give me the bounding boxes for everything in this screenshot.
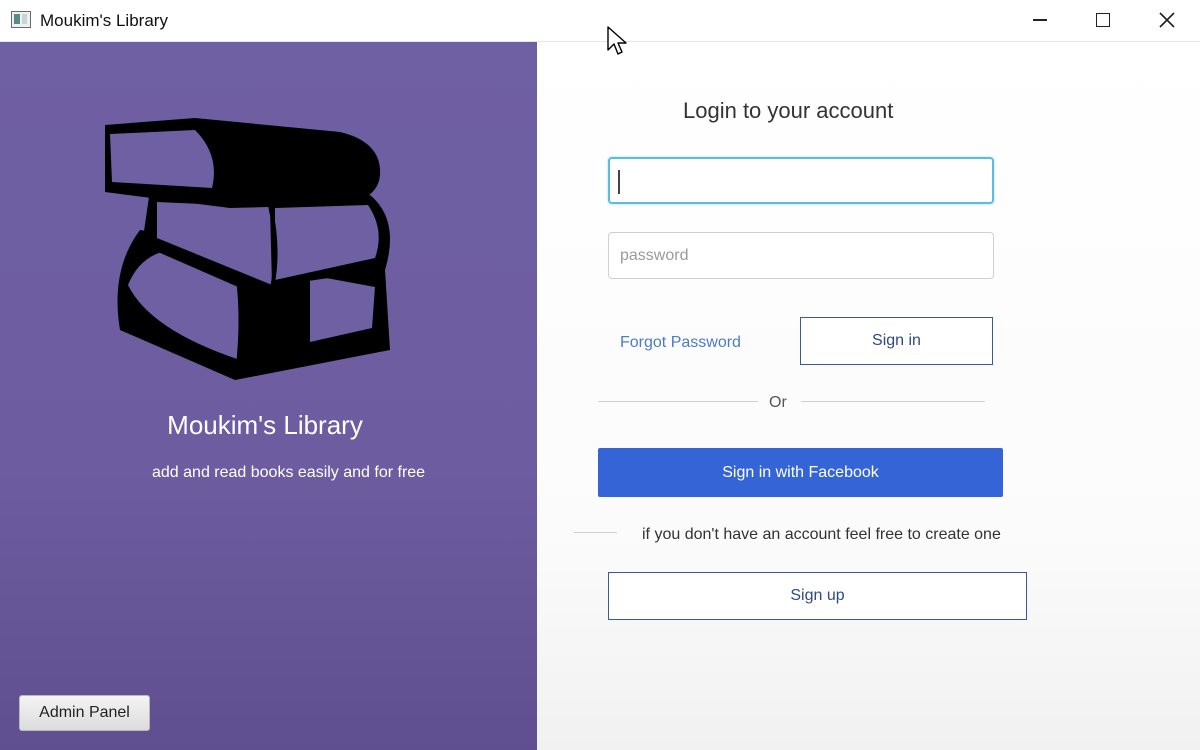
minimize-icon [1033,19,1047,21]
maximize-icon [1096,13,1110,27]
text-caret [618,170,620,194]
brand-title: Moukim's Library [167,410,363,440]
login-heading: Login to your account [683,98,894,123]
password-field[interactable] [608,232,994,279]
divider-right [801,401,985,402]
brand-subtitle: add and read books easily and for free [152,464,426,481]
maximize-button[interactable] [1071,0,1135,40]
sign-up-button[interactable]: Sign up [608,572,1027,620]
stacked-books-icon [105,118,390,380]
close-button[interactable] [1135,0,1199,40]
window-title: Moukim's Library [40,11,168,30]
forgot-password-link[interactable]: Forgot Password [620,334,741,352]
branding-panel: Moukim's Library add and read books easi… [0,42,537,750]
title-bar: Moukim's Library [0,0,1200,42]
signup-divider [574,532,617,533]
divider-left [598,401,758,402]
username-field[interactable] [608,157,994,204]
minimize-button[interactable] [1008,0,1072,40]
sign-in-button[interactable]: Sign in [800,317,993,365]
admin-panel-button[interactable]: Admin Panel [19,695,150,731]
close-icon [1159,12,1175,28]
signup-hint: if you don't have an account feel free t… [642,526,1001,543]
or-label: Or [769,394,787,411]
facebook-sign-in-button[interactable]: Sign in with Facebook [598,448,1003,497]
app-icon [11,11,31,28]
mouse-pointer-icon [607,26,627,55]
login-panel: Login to your account Forgot Password Si… [537,42,1200,750]
